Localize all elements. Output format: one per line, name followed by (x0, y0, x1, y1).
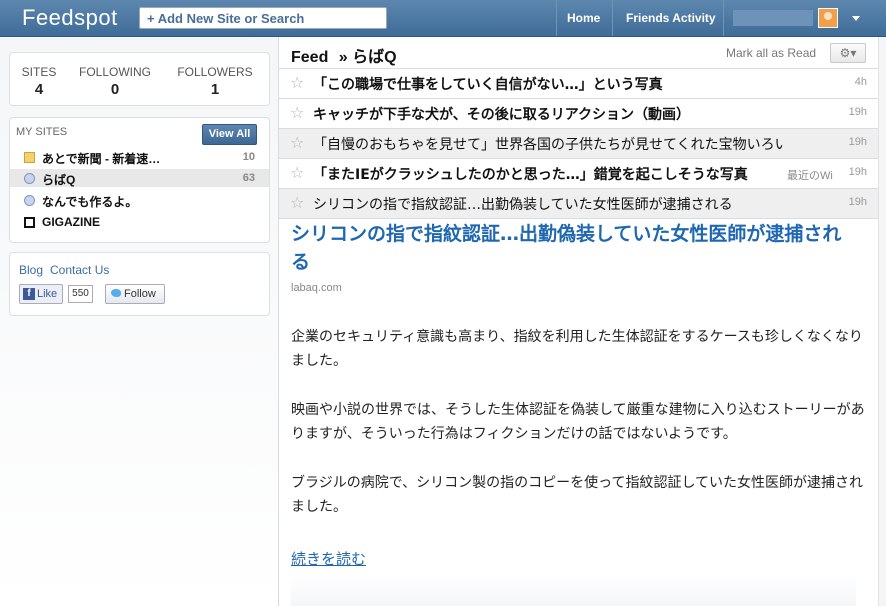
feed-item[interactable]: ☆ 「自慢のおもちゃを見せて」世界各国の子供たちが見せてくれた宝物いろいろ 19… (279, 128, 878, 158)
star-icon[interactable]: ☆ (290, 103, 304, 122)
feed-item-title: シリコンの指で指紋認証…出勤偽装していた女性医師が逮捕される (313, 197, 733, 213)
site-name: GIGAZINE (42, 215, 101, 229)
feed-item-title: キャッチが下手な犬が、その後に取るリアクション（動画） (313, 107, 691, 123)
top-bar: Feedspot + Add New Site or Search Home F… (0, 0, 886, 37)
twitter-follow-button[interactable]: Follow (105, 284, 165, 304)
site-name: あとで新聞 - 新着速… (42, 152, 161, 166)
feed-item-title: 「またIEがクラッシュしたのかと思った…」錯覚を起こしそうな写真 (313, 167, 748, 183)
note-icon (24, 152, 35, 163)
left-sidebar: SITES 4 FOLLOWING 0 FOLLOWERS 1 MY SITES… (0, 37, 278, 606)
follow-label: Follow (124, 288, 156, 300)
site-name: らばQ (42, 173, 76, 187)
site-name: なんでも作るよ。 (42, 195, 138, 209)
user-name[interactable] (733, 10, 813, 26)
nav-friends-activity-link[interactable]: Friends Activity (626, 11, 716, 25)
current-site-title: らばQ (352, 49, 397, 66)
feed-label[interactable]: Feed (291, 49, 328, 66)
gigazine-icon (24, 217, 35, 228)
twitter-bird-icon (111, 289, 121, 297)
article-paragraph: ブラジルの病院で、シリコン製の指のコピーを使って指紋認証していた女性医師が逮捕さ… (291, 475, 864, 515)
view-all-button[interactable]: View All (202, 124, 257, 145)
feed-item-title: 「この職場で仕事をしていく自信がない…」という写真 (313, 77, 663, 93)
star-icon[interactable]: ☆ (290, 163, 304, 182)
feed-item-time: 19h (848, 136, 867, 148)
stat-followers[interactable]: FOLLOWERS 1 (174, 65, 256, 98)
read-more-link[interactable]: 続きを読む (291, 548, 366, 569)
feed-item-title: 「自慢のおもちゃを見せて」世界各国の子供たちが見せてくれた宝物いろいろ (313, 137, 783, 153)
unread-count: 10 (242, 151, 255, 163)
avatar[interactable] (818, 8, 838, 28)
site-item[interactable]: らばQ 63 (10, 169, 269, 187)
stat-label: FOLLOWING (78, 65, 151, 79)
stat-value: 4 (34, 81, 44, 98)
like-label: Like (37, 288, 58, 300)
feed-item[interactable]: ☆ 「この職場で仕事をしていく自信がない…」という写真 4h (279, 68, 878, 98)
stat-sites[interactable]: SITES 4 (16, 65, 62, 98)
article-paragraph: 企業のセキュリティ意識も高まり、指紋を利用した生体認証をするケースも珍しくなくな… (291, 329, 863, 369)
star-icon[interactable]: ☆ (290, 133, 304, 152)
feed-item[interactable]: ☆ キャッチが下手な犬が、その後に取るリアクション（動画） 19h (279, 98, 878, 128)
scrollbar[interactable] (878, 37, 886, 606)
add-site-search-input[interactable]: + Add New Site or Search (139, 7, 387, 29)
article-domain: labaq.com (291, 282, 342, 294)
my-sites-box: MY SITES View All あとで新聞 - 新着速… 10 らばQ 63… (9, 117, 270, 243)
site-item[interactable]: あとで新聞 - 新着速… 10 (10, 148, 269, 166)
clock-icon (24, 173, 35, 184)
star-icon[interactable]: ☆ (290, 193, 304, 212)
article-image-placeholder (291, 575, 856, 606)
feed-item-time: 19h (848, 106, 867, 118)
social-box: Blog Contact Us f Like 550 Follow (9, 252, 270, 316)
nav-divider (723, 0, 724, 36)
chevron-down-icon[interactable] (852, 16, 860, 21)
main-content: Feed » らばQ Mark all as Read ⚙▾ ☆ 「この職場で仕… (278, 37, 879, 606)
gear-icon[interactable]: ⚙▾ (830, 43, 866, 63)
feed-item[interactable]: ☆ シリコンの指で指紋認証…出勤偽装していた女性医師が逮捕される 19h (279, 188, 878, 219)
nav-divider (556, 0, 557, 36)
mark-all-read-button[interactable]: Mark all as Read (726, 46, 816, 60)
article-title[interactable]: シリコンの指で指紋認証…出勤偽装していた女性医師が逮捕される (291, 220, 851, 276)
stat-value: 0 (110, 81, 120, 98)
blog-link[interactable]: Blog (19, 263, 43, 277)
star-icon[interactable]: ☆ (290, 73, 304, 92)
feed-item-time: 19h (848, 196, 867, 208)
breadcrumb-separator: » (338, 49, 348, 66)
feed-item-snippet: 最近のWi (787, 170, 833, 182)
nav-divider (612, 0, 613, 36)
stats-box: SITES 4 FOLLOWING 0 FOLLOWERS 1 (9, 52, 270, 106)
contact-us-link[interactable]: Contact Us (50, 263, 109, 277)
feedspot-logo[interactable]: Feedspot (22, 5, 118, 31)
site-item[interactable]: なんでも作るよ。 (10, 191, 269, 209)
stat-value: 1 (210, 81, 220, 98)
stat-label: FOLLOWERS (177, 65, 253, 79)
like-count: 550 (68, 285, 93, 303)
facebook-like-button[interactable]: f Like (19, 284, 63, 304)
breadcrumb: Feed » らばQ (291, 43, 397, 67)
site-item[interactable]: GIGAZINE (10, 213, 269, 231)
nav-home-link[interactable]: Home (567, 11, 600, 25)
facebook-icon: f (23, 288, 35, 300)
my-sites-title: MY SITES (16, 126, 68, 138)
stat-label: SITES (21, 65, 57, 79)
article-paragraph: 映画や小説の世界では、そうした生体認証を偽装して厳重な建物に入り込むストーリーが… (291, 402, 865, 442)
clock-icon (24, 195, 35, 206)
unread-count: 63 (242, 172, 255, 184)
feed-item-time: 19h (848, 166, 867, 178)
feed-item[interactable]: ☆ 「またIEがクラッシュしたのかと思った…」錯覚を起こしそうな写真 最近のWi… (279, 158, 878, 188)
feed-item-time: 4h (854, 76, 867, 88)
stat-following[interactable]: FOLLOWING 0 (76, 65, 154, 98)
